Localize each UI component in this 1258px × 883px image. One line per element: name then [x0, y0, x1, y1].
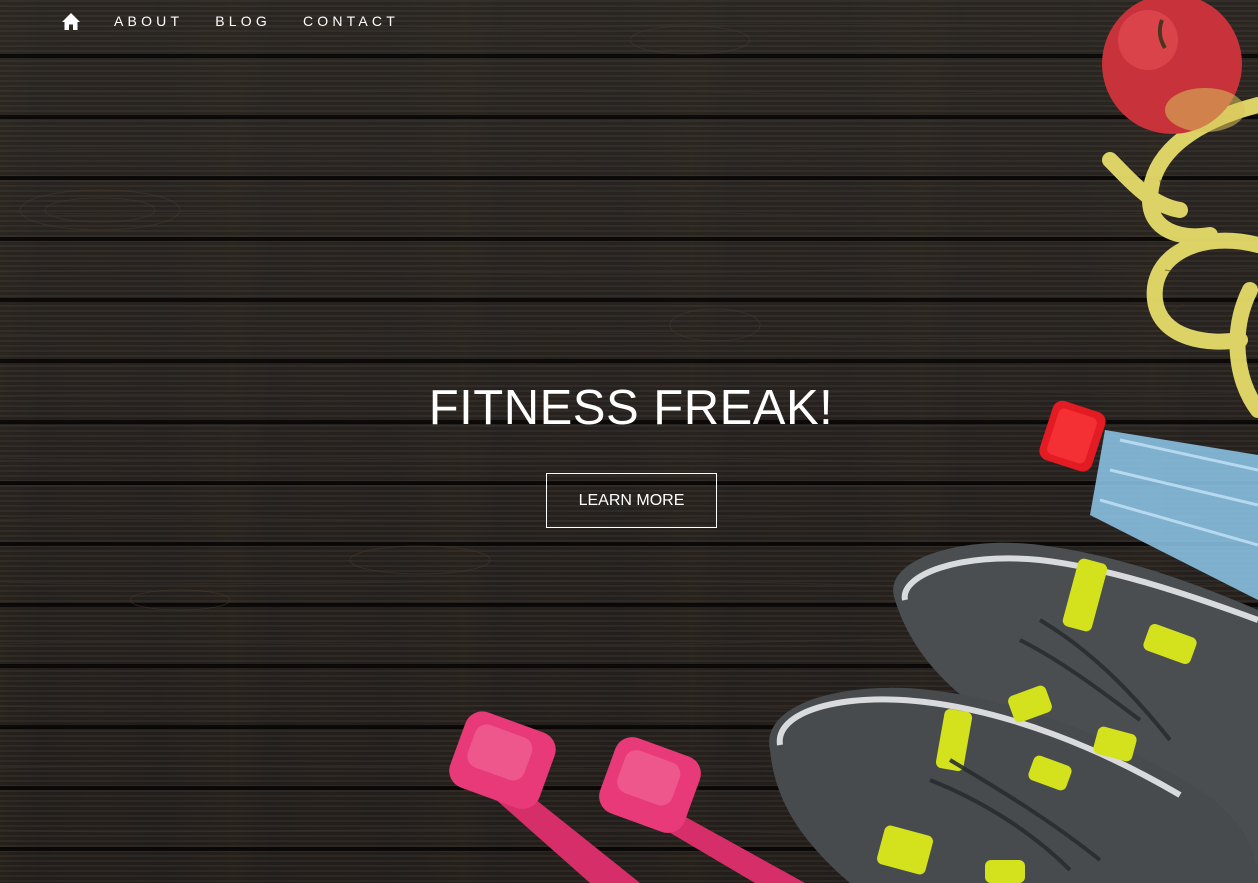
learn-more-button[interactable]: LEARN MORE — [546, 473, 717, 528]
nav-link-contact[interactable]: CONTACT — [303, 13, 399, 29]
hero-section: ABOUT BLOG CONTACT FITNESS FREAK! LEARN … — [0, 0, 1258, 883]
dumbbells-icon — [449, 711, 805, 883]
measuring-tape-icon — [1102, 97, 1258, 418]
home-link[interactable] — [60, 10, 82, 32]
fitness-props-illustration — [449, 0, 1258, 883]
top-nav: ABOUT BLOG CONTACT — [60, 9, 399, 33]
nav-link-blog[interactable]: BLOG — [215, 13, 271, 29]
hero-title: FITNESS FREAK! — [428, 381, 834, 435]
sneakers-icon — [769, 542, 1258, 883]
home-icon — [62, 12, 80, 30]
apple-icon — [1102, 0, 1245, 134]
nav-link-about[interactable]: ABOUT — [114, 13, 183, 29]
